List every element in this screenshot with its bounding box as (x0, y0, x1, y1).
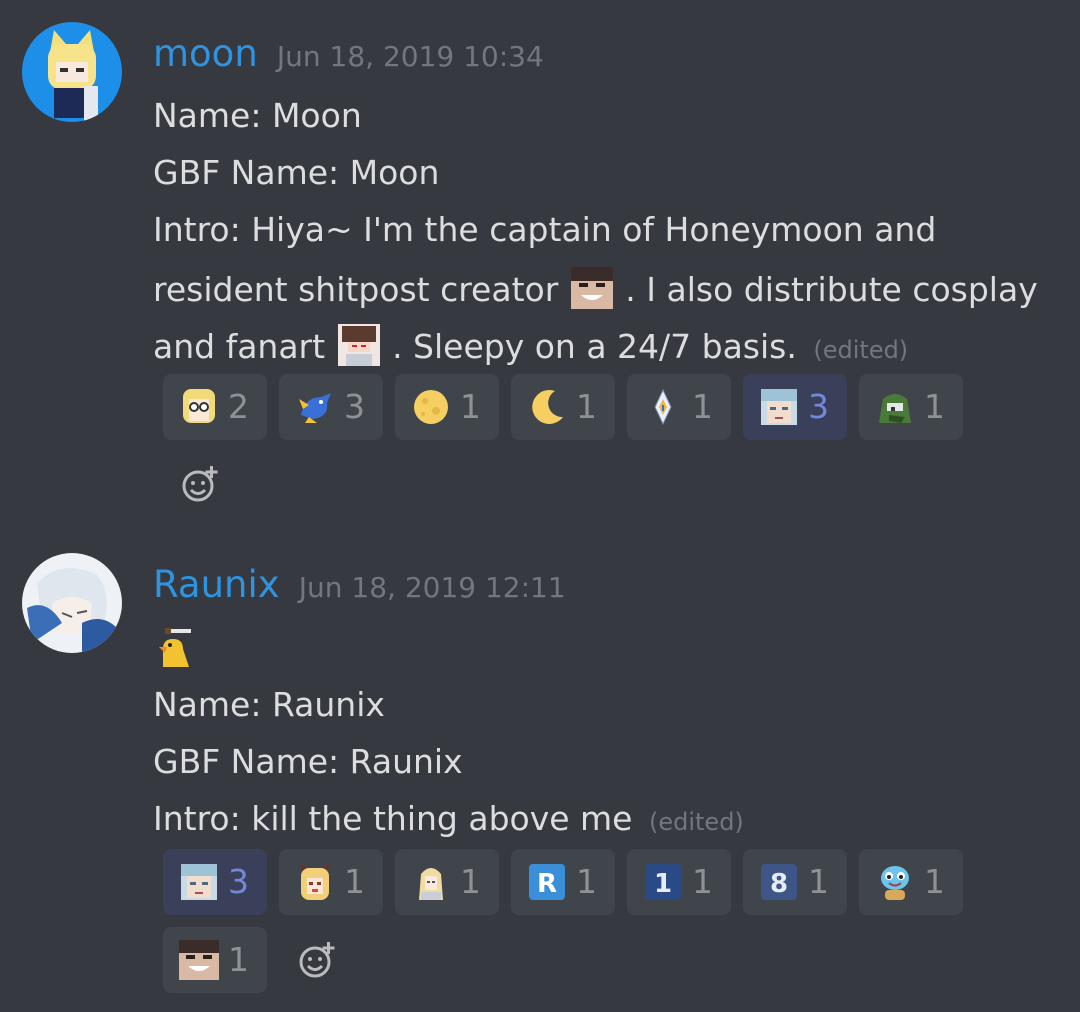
message-text: and fanart (153, 327, 326, 366)
add-reaction-button[interactable] (180, 464, 220, 504)
edited-label: (edited) (648, 808, 744, 836)
message-timestamp: Jun 18, 2019 10:34 (276, 40, 544, 73)
number-1-glyph: 1 (654, 869, 672, 899)
full-moon-emoji (411, 387, 451, 427)
crystal-emoji (643, 387, 683, 427)
number-8-emoji: 8 (759, 862, 799, 902)
green-frog-emoji (875, 387, 915, 427)
edited-label: (edited) (813, 336, 909, 364)
message-text: . I also distribute cosplay (625, 270, 1038, 309)
letter-r-glyph: R (537, 869, 557, 899)
squirtle-emoji (875, 862, 915, 902)
add-reaction-icon (299, 942, 335, 978)
username[interactable]: moon (153, 32, 258, 75)
reaction-count: 1 (692, 862, 713, 901)
blonde-knight-emoji (411, 862, 451, 902)
reaction-count: 1 (692, 387, 713, 426)
reaction-count: 1 (576, 387, 597, 426)
message-line-intro: Intro: kill the thing above me (edited) (153, 799, 744, 842)
reaction-count: 1 (460, 387, 481, 426)
add-reaction-button[interactable] (297, 940, 337, 980)
reaction-green-frog[interactable]: 1 (859, 374, 963, 440)
blue-dragon-emoji (295, 387, 335, 427)
message-line-intro-3: and fanart . Sleepy on a 24/7 basis. (ed… (153, 324, 908, 370)
user-avatar-raunix[interactable] (22, 553, 122, 653)
message-timestamp: Jun 18, 2019 12:11 (298, 571, 566, 604)
number-1-emoji: 1 (643, 862, 683, 902)
message-text: . Sleepy on a 24/7 basis. (392, 327, 797, 366)
message-line-name: Name: Raunix (153, 685, 385, 724)
horned-girl-emoji (295, 862, 335, 902)
silver-hair-face-emoji (179, 862, 219, 902)
reaction-silver-hair-face[interactable]: 3 (743, 374, 847, 440)
duck-with-knife-emoji[interactable] (155, 625, 197, 667)
reaction-squirtle[interactable]: 1 (859, 849, 963, 915)
number-8-glyph: 8 (770, 869, 788, 899)
message-text: Intro: kill the thing above me (153, 799, 633, 838)
grinning-man-emoji (179, 940, 219, 980)
reaction-count: 3 (808, 387, 829, 426)
reaction-crystal[interactable]: 1 (627, 374, 731, 440)
fanart-girl-emoji[interactable] (337, 324, 380, 366)
reaction-letter-r[interactable]: R 1 (511, 849, 615, 915)
message-line-gbf-name: GBF Name: Moon (153, 153, 440, 192)
reaction-full-moon[interactable]: 1 (395, 374, 499, 440)
message-line-intro-2: resident shitpost creator . I also distr… (153, 267, 1038, 310)
reaction-count: 1 (924, 862, 945, 901)
reaction-count: 3 (228, 862, 249, 901)
reaction-count: 1 (924, 387, 945, 426)
reaction-grinning-man[interactable]: 1 (163, 927, 267, 993)
message-line-name: Name: Moon (153, 96, 362, 135)
blonde-anime-girl-emoji (179, 387, 219, 427)
silver-hair-face-emoji (759, 387, 799, 427)
reaction-count: 1 (460, 862, 481, 901)
reaction-blonde-knight[interactable]: 1 (395, 849, 499, 915)
reaction-count: 1 (808, 862, 829, 901)
reaction-count: 1 (576, 862, 597, 901)
grinning-man-emoji[interactable] (570, 267, 613, 309)
letter-r-emoji: R (527, 862, 567, 902)
reaction-count: 1 (344, 862, 365, 901)
message-text: resident shitpost creator (153, 270, 559, 309)
username[interactable]: Raunix (153, 563, 280, 606)
reaction-number-8[interactable]: 8 1 (743, 849, 847, 915)
reaction-count: 2 (228, 387, 249, 426)
reaction-blue-dragon[interactable]: 3 (279, 374, 383, 440)
message-line-intro: Intro: Hiya~ I'm the captain of Honeymoo… (153, 210, 937, 249)
reaction-blonde-anime-girl[interactable]: 2 (163, 374, 267, 440)
reaction-crescent-moon[interactable]: 1 (511, 374, 615, 440)
reaction-number-1[interactable]: 1 1 (627, 849, 731, 915)
reaction-count: 3 (344, 387, 365, 426)
reaction-count: 1 (228, 940, 249, 979)
user-avatar-moon[interactable] (22, 22, 122, 122)
reaction-horned-girl[interactable]: 1 (279, 849, 383, 915)
crescent-moon-emoji (527, 387, 567, 427)
reaction-silver-hair-face[interactable]: 3 (163, 849, 267, 915)
message-line-gbf-name: GBF Name: Raunix (153, 742, 463, 781)
add-reaction-icon (182, 466, 218, 502)
